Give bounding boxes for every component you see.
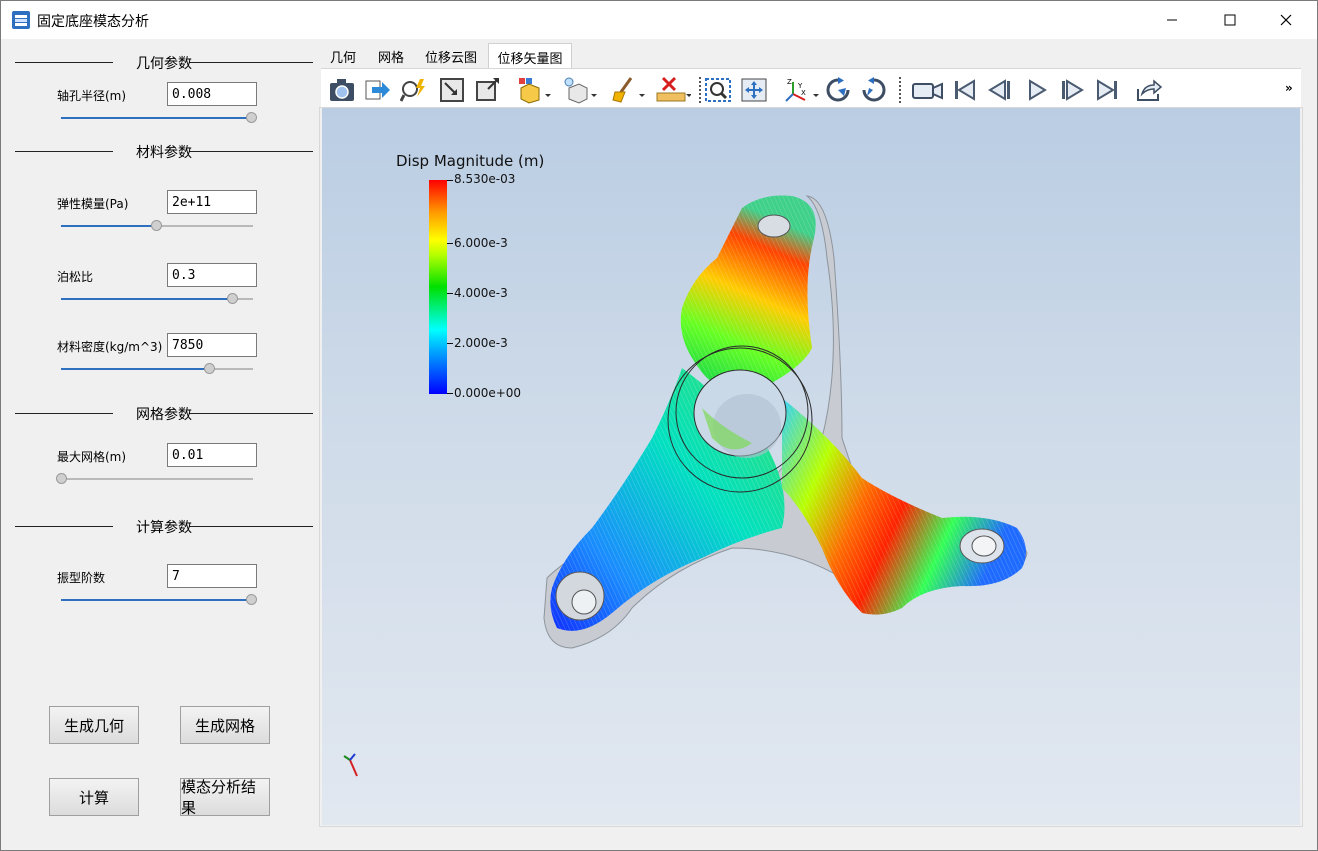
max-mesh-slider[interactable]	[56, 473, 253, 485]
ruler-delete-dropdown[interactable]	[655, 75, 691, 105]
tab-displacement-contour[interactable]: 位移云图	[417, 43, 485, 69]
modal-results-button[interactable]: 模态分析结果	[180, 778, 270, 817]
max-mesh-input[interactable]	[167, 443, 257, 467]
frame-arrow-icon	[440, 78, 464, 102]
section-material: 材料参数	[15, 141, 313, 161]
tab-displacement-vector[interactable]: 位移矢量图	[488, 43, 572, 69]
share-icon	[1137, 79, 1162, 101]
app-window: 固定底座模态分析 几何参数 轴孔半径(m) 材料参数 弹性模量(Pa)	[0, 0, 1318, 851]
rotate-clockwise-icon	[826, 77, 850, 102]
step-back-icon	[988, 79, 1010, 101]
screenshot-button[interactable]	[327, 75, 357, 105]
view-mode-dropdown[interactable]	[515, 75, 551, 105]
generate-mesh-button[interactable]: 生成网格	[180, 706, 270, 744]
xyz-axes-icon: Z YX	[785, 78, 819, 102]
slider-thumb[interactable]	[227, 293, 238, 304]
density-input[interactable]	[167, 333, 257, 357]
axes-view-dropdown[interactable]: ZYX	[783, 75, 819, 105]
zoom-box-button[interactable]	[703, 75, 733, 105]
step-forward-icon	[1062, 79, 1084, 101]
broom-icon	[612, 77, 645, 103]
slider-thumb[interactable]	[56, 473, 67, 484]
tab-geometry[interactable]: 几何	[321, 43, 365, 69]
skip-first-icon	[955, 79, 975, 101]
density-label: 材料密度(kg/m^3)	[57, 340, 163, 354]
export-arrow-icon	[365, 80, 390, 100]
hole-radius-input[interactable]	[167, 82, 257, 106]
compute-button[interactable]: 计算	[49, 778, 139, 816]
youngs-slider[interactable]	[61, 220, 253, 232]
app-icon	[12, 11, 30, 29]
generate-geometry-button[interactable]: 生成几何	[49, 706, 139, 744]
slider-thumb[interactable]	[246, 112, 257, 123]
cube-color-icon	[519, 78, 551, 104]
bracket-model	[343, 195, 1028, 777]
density-slider[interactable]	[61, 363, 253, 375]
maximize-button[interactable]	[1207, 1, 1253, 39]
toolbar-separator	[899, 77, 901, 103]
share-export-button[interactable]	[1133, 75, 1163, 105]
section-compute: 计算参数	[15, 516, 313, 536]
slider-thumb[interactable]	[151, 220, 162, 231]
first-frame-button[interactable]	[949, 75, 979, 105]
poisson-input[interactable]	[167, 263, 257, 287]
youngs-label: 弹性模量(Pa)	[57, 197, 129, 211]
next-frame-button[interactable]	[1057, 75, 1087, 105]
tab-mesh[interactable]: 网格	[367, 43, 415, 69]
minimize-button[interactable]	[1149, 1, 1195, 39]
zoom-box-icon	[705, 78, 731, 102]
maximize-icon	[1224, 14, 1236, 26]
rotate-ccw-button[interactable]	[859, 75, 889, 105]
modes-slider[interactable]	[61, 594, 257, 606]
modes-label: 振型阶数	[57, 571, 106, 585]
hole-radius-label: 轴孔半径(m)	[57, 89, 127, 103]
toolbar-separator	[699, 77, 701, 103]
render-style-dropdown[interactable]	[561, 75, 597, 105]
cube-light-icon	[564, 77, 597, 104]
modes-input[interactable]	[167, 564, 257, 588]
section-geometry: 几何参数	[15, 52, 313, 72]
youngs-input[interactable]	[167, 190, 257, 214]
3d-viewport[interactable]: Disp Magnitude (m) 8.530e-03 6.000e-3 4.…	[322, 108, 1300, 825]
zoom-out-button[interactable]	[473, 75, 503, 105]
fit-view-button[interactable]	[437, 75, 467, 105]
toolbar-overflow-icon[interactable]: »	[1285, 81, 1293, 95]
close-button[interactable]	[1263, 1, 1309, 39]
max-mesh-label: 最大网格(m)	[57, 450, 127, 464]
export-button[interactable]	[363, 75, 393, 105]
svg-text:X: X	[801, 89, 806, 97]
close-icon	[1280, 14, 1292, 26]
rotate-counterclockwise-icon	[862, 77, 886, 102]
window-title: 固定底座模态分析	[37, 14, 149, 30]
title-bar: 固定底座模态分析	[1, 1, 1317, 39]
video-camera-icon	[912, 82, 943, 100]
svg-text:Z: Z	[787, 78, 792, 86]
play-icon	[1029, 79, 1047, 101]
zoom-fit-button[interactable]	[399, 75, 429, 105]
axes-triad-icon	[343, 753, 358, 777]
play-button[interactable]	[1021, 75, 1051, 105]
poisson-slider[interactable]	[61, 293, 253, 305]
previous-frame-button[interactable]	[985, 75, 1015, 105]
clear-dropdown[interactable]	[609, 75, 645, 105]
magnifier-lightning-icon	[400, 79, 425, 102]
move-arrows-icon	[741, 78, 767, 102]
rotate-cw-button[interactable]	[823, 75, 853, 105]
viewer-toolbar: ZYX »	[321, 68, 1301, 108]
skip-last-icon	[1097, 79, 1117, 101]
slider-thumb[interactable]	[204, 363, 216, 374]
pan-button[interactable]	[739, 75, 769, 105]
parameter-panel: 几何参数 轴孔半径(m) 材料参数 弹性模量(Pa) 泊松比 材料密度(kg/m…	[1, 39, 319, 851]
hole-radius-slider[interactable]	[61, 112, 257, 124]
slider-thumb[interactable]	[246, 594, 257, 605]
minimize-icon	[1167, 19, 1177, 21]
poisson-label: 泊松比	[57, 270, 94, 284]
camera-icon	[330, 79, 354, 101]
section-mesh: 网格参数	[15, 403, 313, 423]
last-frame-button[interactable]	[1093, 75, 1123, 105]
ruler-delete-icon	[656, 76, 691, 102]
record-button[interactable]	[911, 75, 945, 105]
frame-expand-icon	[476, 78, 499, 101]
